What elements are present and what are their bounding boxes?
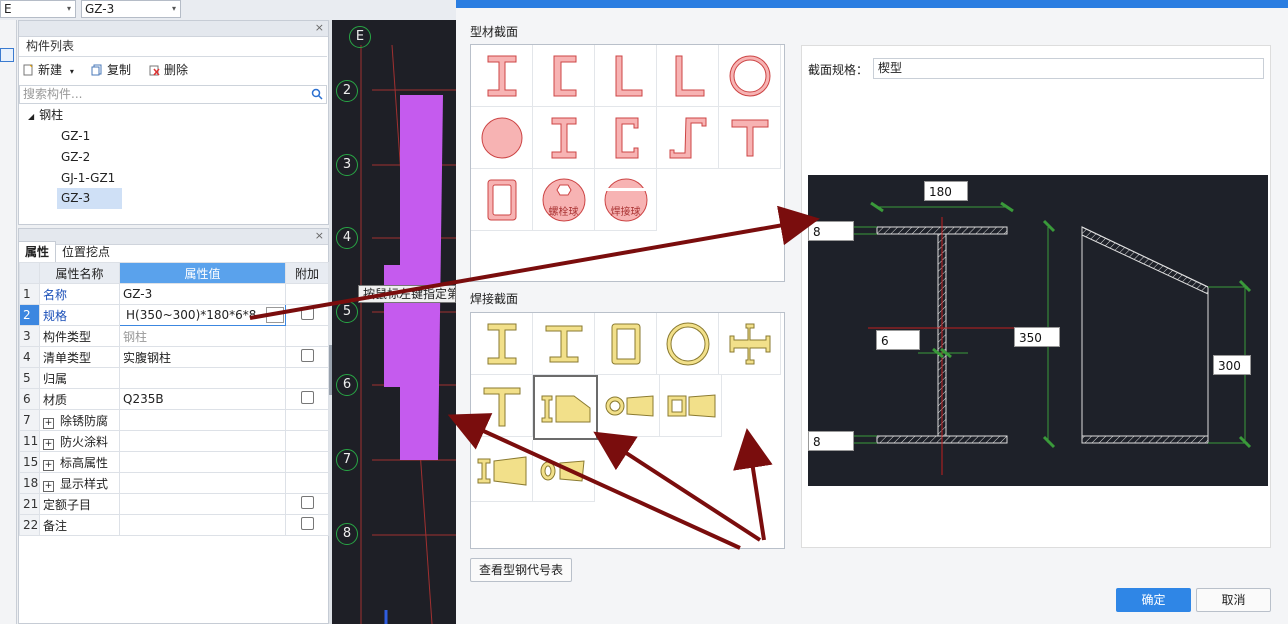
annotation-overlay — [249, 205, 820, 550]
annotation-arrow — [593, 431, 762, 542]
annotation-arrow — [733, 428, 773, 541]
annotation-arrow — [447, 413, 741, 550]
annotation-arrow — [249, 205, 820, 320]
